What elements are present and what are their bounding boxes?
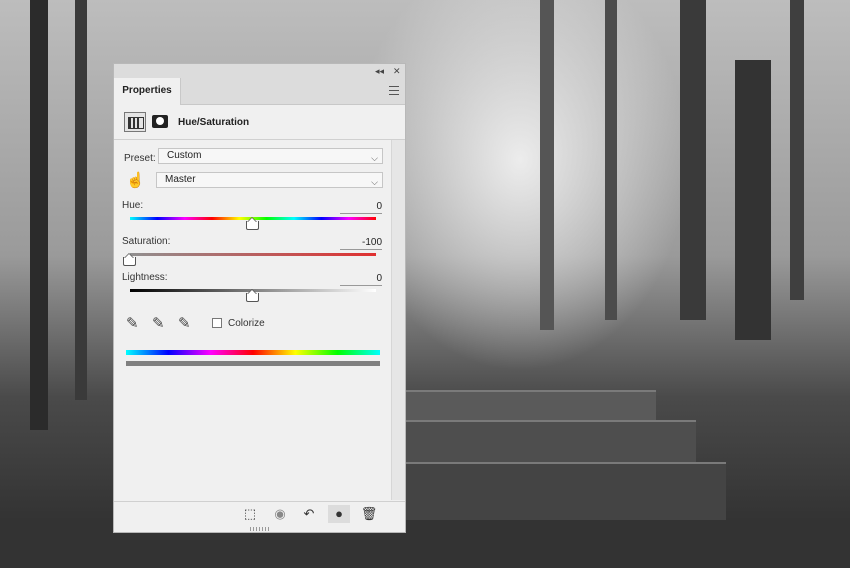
colorize-checkbox[interactable] (212, 318, 222, 328)
preset-label: Preset: (124, 153, 156, 164)
toggle-visibility-button[interactable]: ● (328, 505, 350, 523)
panel-footer-toolbar: ⬚ ◉ ↶ ● 🗑 (114, 501, 405, 526)
eyedropper-plus-icon[interactable]: ✎ (152, 314, 165, 332)
view-previous-state-button[interactable]: ◉ (269, 505, 291, 523)
close-icon[interactable]: ✕ (393, 65, 401, 77)
chevron-down-icon: ⌵ (371, 153, 378, 163)
resize-grip[interactable] (250, 527, 270, 531)
tab-properties[interactable]: Properties (114, 78, 181, 105)
hamburger-menu-icon[interactable] (389, 86, 399, 95)
eyedropper-icon[interactable]: ✎ (126, 314, 139, 332)
panel-titlebar[interactable]: ◂◂ ✕ (114, 64, 405, 78)
adjustment-title: Hue/Saturation (178, 117, 250, 128)
adjustment-controls: Preset: Custom ⌵ ☝ Master ⌵ Hue: 0 Satur… (114, 140, 392, 500)
saturation-slider-track[interactable] (130, 253, 376, 256)
adjustment-header: Hue/Saturation (114, 105, 405, 140)
collapse-icon[interactable]: ◂◂ (375, 65, 384, 77)
lightness-value-field[interactable]: 0 (340, 272, 382, 286)
clip-to-layer-button[interactable]: ⬚ (239, 505, 261, 523)
channel-select[interactable]: Master ⌵ (156, 172, 383, 188)
colorize-label: Colorize (228, 318, 265, 329)
channel-value: Master (165, 174, 196, 185)
properties-panel: ◂◂ ✕ Properties Hue/Saturation Preset: C… (113, 63, 406, 533)
saturation-value-field[interactable]: -100 (340, 236, 382, 250)
tab-bar: Properties (114, 78, 405, 105)
hue-label: Hue: (122, 200, 144, 211)
eyedropper-minus-icon[interactable]: ✎ (178, 314, 191, 332)
preset-select[interactable]: Custom ⌵ (158, 148, 383, 164)
lightness-label: Lightness: (122, 272, 168, 283)
reset-button[interactable]: ↶ (298, 505, 320, 523)
hue-saturation-adjustment-icon[interactable] (124, 112, 146, 132)
hue-value-field[interactable]: 0 (340, 200, 382, 214)
output-color-bar (126, 361, 380, 366)
input-color-bar (126, 350, 380, 355)
preset-value: Custom (167, 150, 202, 161)
chevron-down-icon: ⌵ (371, 177, 378, 187)
panel-scrollbar[interactable] (391, 140, 405, 500)
layer-mask-icon[interactable] (152, 115, 168, 128)
saturation-label: Saturation: (122, 236, 171, 247)
delete-button[interactable]: 🗑 (358, 505, 380, 523)
targeted-adjustment-hand-icon[interactable]: ☝ (126, 171, 145, 189)
